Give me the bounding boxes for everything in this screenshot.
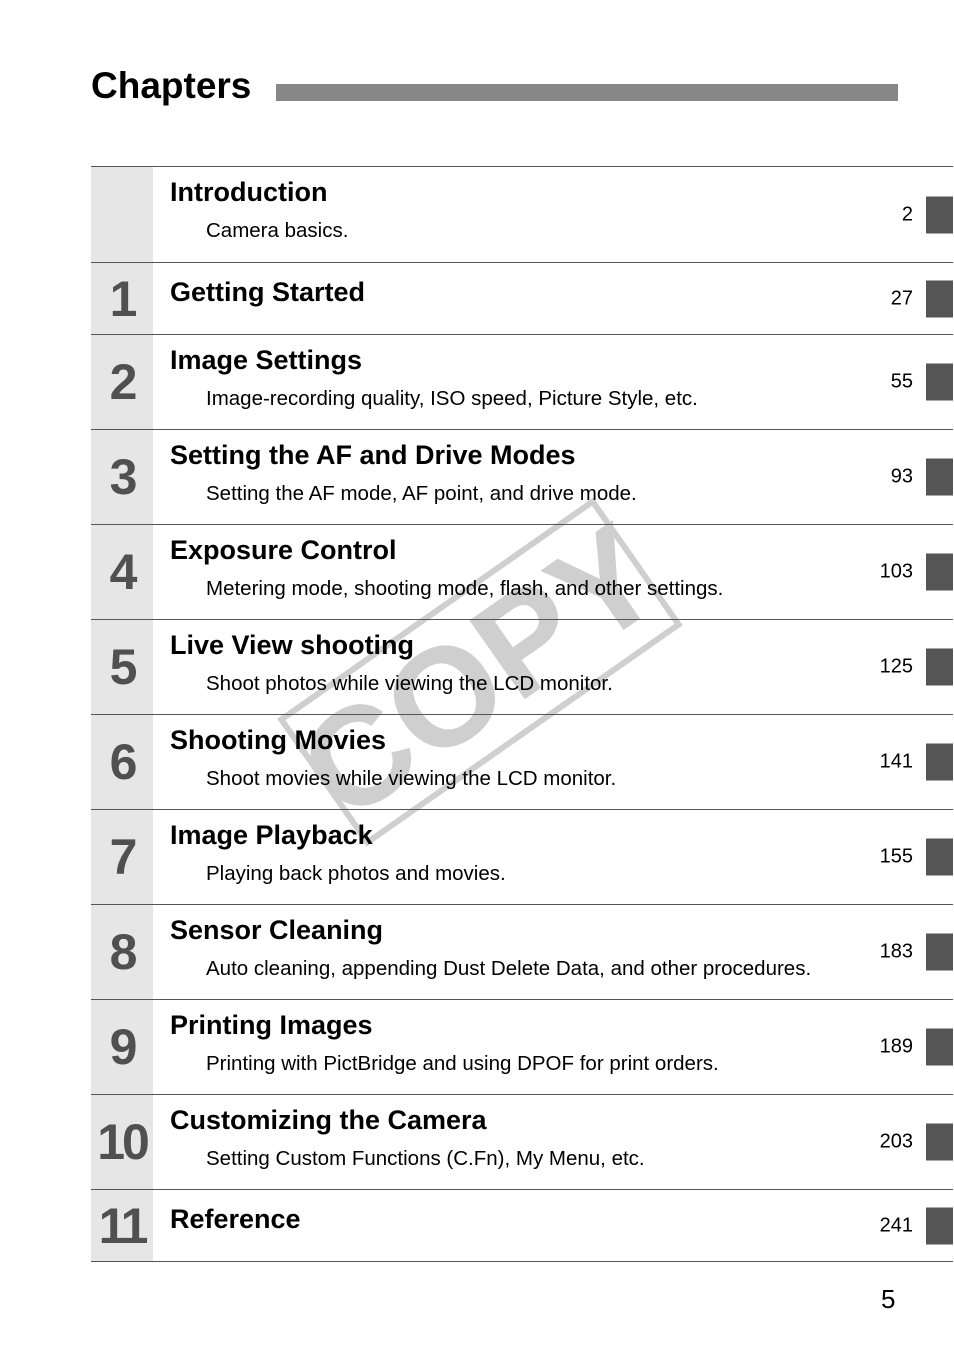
chapter-tab-marker xyxy=(926,458,953,496)
chapter-number: 6 xyxy=(91,715,153,809)
chapter-description: Camera basics. xyxy=(206,219,349,242)
chapter-row[interactable]: 10 Customizing the Camera Setting Custom F… xyxy=(91,1095,953,1190)
chapter-row[interactable]: 9 Printing Images Printing with PictBridge… xyxy=(91,1000,953,1095)
chapter-title[interactable]: Image Settings xyxy=(170,344,362,376)
page-title: Chapters xyxy=(91,65,252,106)
heading-bar xyxy=(276,84,898,101)
chapter-tab-marker xyxy=(926,933,953,971)
chapter-title[interactable]: Sensor Cleaning xyxy=(170,914,383,946)
chapter-title[interactable]: Live View shooting xyxy=(170,629,414,661)
chapter-tab-marker xyxy=(926,553,953,591)
chapter-title[interactable]: Image Playback xyxy=(170,819,373,851)
chapter-number: 5 xyxy=(91,620,153,714)
chapter-number xyxy=(91,167,153,262)
chapter-title[interactable]: Exposure Control xyxy=(170,534,397,566)
chapter-page[interactable]: 103 xyxy=(880,561,913,584)
chapter-page[interactable]: 2 xyxy=(902,203,913,226)
chapter-description: Printing with PictBridge and using DPOF … xyxy=(206,1052,719,1075)
chapter-row[interactable]: 1 Getting Started 27 xyxy=(91,263,953,335)
chapter-number: 4 xyxy=(91,525,153,619)
chapter-title[interactable]: Reference xyxy=(170,1203,301,1235)
chapter-title[interactable]: Printing Images xyxy=(170,1009,373,1041)
chapter-description: Setting the AF mode, AF point, and drive… xyxy=(206,482,637,505)
chapter-description: Setting Custom Functions (C.Fn), My Menu… xyxy=(206,1147,645,1170)
chapter-page[interactable]: 55 xyxy=(891,371,913,394)
chapter-tab-marker xyxy=(926,648,953,686)
page-number: 5 xyxy=(881,1284,896,1314)
chapter-description: Playing back photos and movies. xyxy=(206,862,506,885)
chapter-description: Image-recording quality, ISO speed, Pict… xyxy=(206,387,698,410)
chapter-row[interactable]: Introduction Camera basics. 2 xyxy=(91,167,953,263)
chapter-title[interactable]: Getting Started xyxy=(170,276,365,308)
chapter-description: Auto cleaning, appending Dust Delete Dat… xyxy=(206,957,812,980)
chapter-tab-marker xyxy=(926,743,953,781)
chapter-page[interactable]: 189 xyxy=(880,1036,913,1059)
chapter-number: 7 xyxy=(91,810,153,904)
chapter-page[interactable]: 203 xyxy=(880,1131,913,1154)
chapter-row[interactable]: 5 Live View shooting Shoot photos while vi… xyxy=(91,620,953,715)
chapter-title[interactable]: Customizing the Camera xyxy=(170,1104,487,1136)
chapter-description: Metering mode, shooting mode, flash, and… xyxy=(206,577,724,600)
chapter-title[interactable]: Shooting Movies xyxy=(170,724,386,756)
chapter-number: 10 xyxy=(91,1095,153,1189)
chapter-row[interactable]: 3 Setting the AF and Drive Modes Setting t… xyxy=(91,430,953,525)
chapter-list: Introduction Camera basics. 2 1 Getting Star… xyxy=(91,166,953,1262)
chapter-row[interactable]: 11 Reference 241 xyxy=(91,1190,953,1262)
chapter-row[interactable]: 6 Shooting Movies Shoot movies while viewi… xyxy=(91,715,953,810)
chapter-page[interactable]: 155 xyxy=(880,846,913,869)
chapter-row[interactable]: 2 Image Settings Image-recording quality, … xyxy=(91,335,953,430)
chapter-tab-marker xyxy=(926,196,953,233)
chapter-page[interactable]: 141 xyxy=(880,751,913,774)
chapter-row[interactable]: 4 Exposure Control Metering mode, shooting… xyxy=(91,525,953,620)
chapter-tab-marker xyxy=(926,1207,953,1244)
chapter-page[interactable]: 183 xyxy=(880,941,913,964)
chapter-page[interactable]: 241 xyxy=(880,1214,913,1237)
chapter-page[interactable]: 125 xyxy=(880,656,913,679)
chapter-tab-marker xyxy=(926,1123,953,1161)
chapter-page[interactable]: 27 xyxy=(891,287,913,310)
chapter-number: 3 xyxy=(91,430,153,524)
chapter-number: 1 xyxy=(91,263,153,334)
chapter-number: 11 xyxy=(91,1190,153,1261)
chapter-description: Shoot photos while viewing the LCD monit… xyxy=(206,672,613,695)
chapter-title[interactable]: Setting the AF and Drive Modes xyxy=(170,439,576,471)
chapter-tab-marker xyxy=(926,838,953,876)
chapter-row[interactable]: 8 Sensor Cleaning Auto cleaning, appending… xyxy=(91,905,953,1000)
chapter-row[interactable]: 7 Image Playback Playing back photos and m… xyxy=(91,810,953,905)
chapter-title[interactable]: Introduction xyxy=(170,176,327,208)
chapter-page[interactable]: 93 xyxy=(891,466,913,489)
chapter-number: 2 xyxy=(91,335,153,429)
chapter-description: Shoot movies while viewing the LCD monit… xyxy=(206,767,617,790)
chapter-tab-marker xyxy=(926,1028,953,1066)
chapter-tab-marker xyxy=(926,363,953,401)
chapter-number: 8 xyxy=(91,905,153,999)
chapter-tab-marker xyxy=(926,280,953,317)
chapter-number: 9 xyxy=(91,1000,153,1094)
